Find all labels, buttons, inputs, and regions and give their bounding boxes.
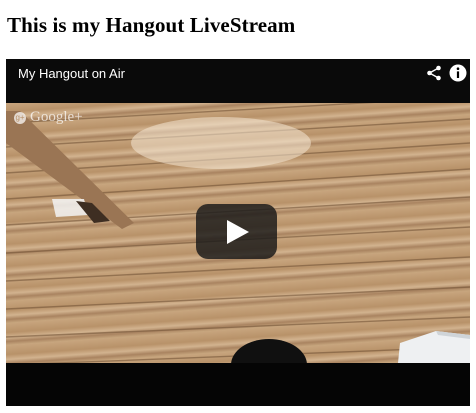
watermark-text: Google+ (30, 109, 83, 125)
play-icon (227, 220, 249, 244)
info-icon[interactable] (449, 64, 467, 82)
share-icon[interactable] (426, 65, 442, 81)
video-top-bar: My Hangout on Air (6, 59, 470, 103)
video-player[interactable]: g+ Google+ My Hangout on Air (6, 59, 470, 406)
google-plus-icon: g+ (14, 111, 26, 124)
google-plus-watermark: g+ Google+ (14, 109, 83, 126)
play-button[interactable] (196, 204, 277, 259)
video-title[interactable]: My Hangout on Air (18, 66, 125, 81)
video-bottom-bar (6, 363, 470, 406)
page-title: This is my Hangout LiveStream (7, 13, 296, 37)
